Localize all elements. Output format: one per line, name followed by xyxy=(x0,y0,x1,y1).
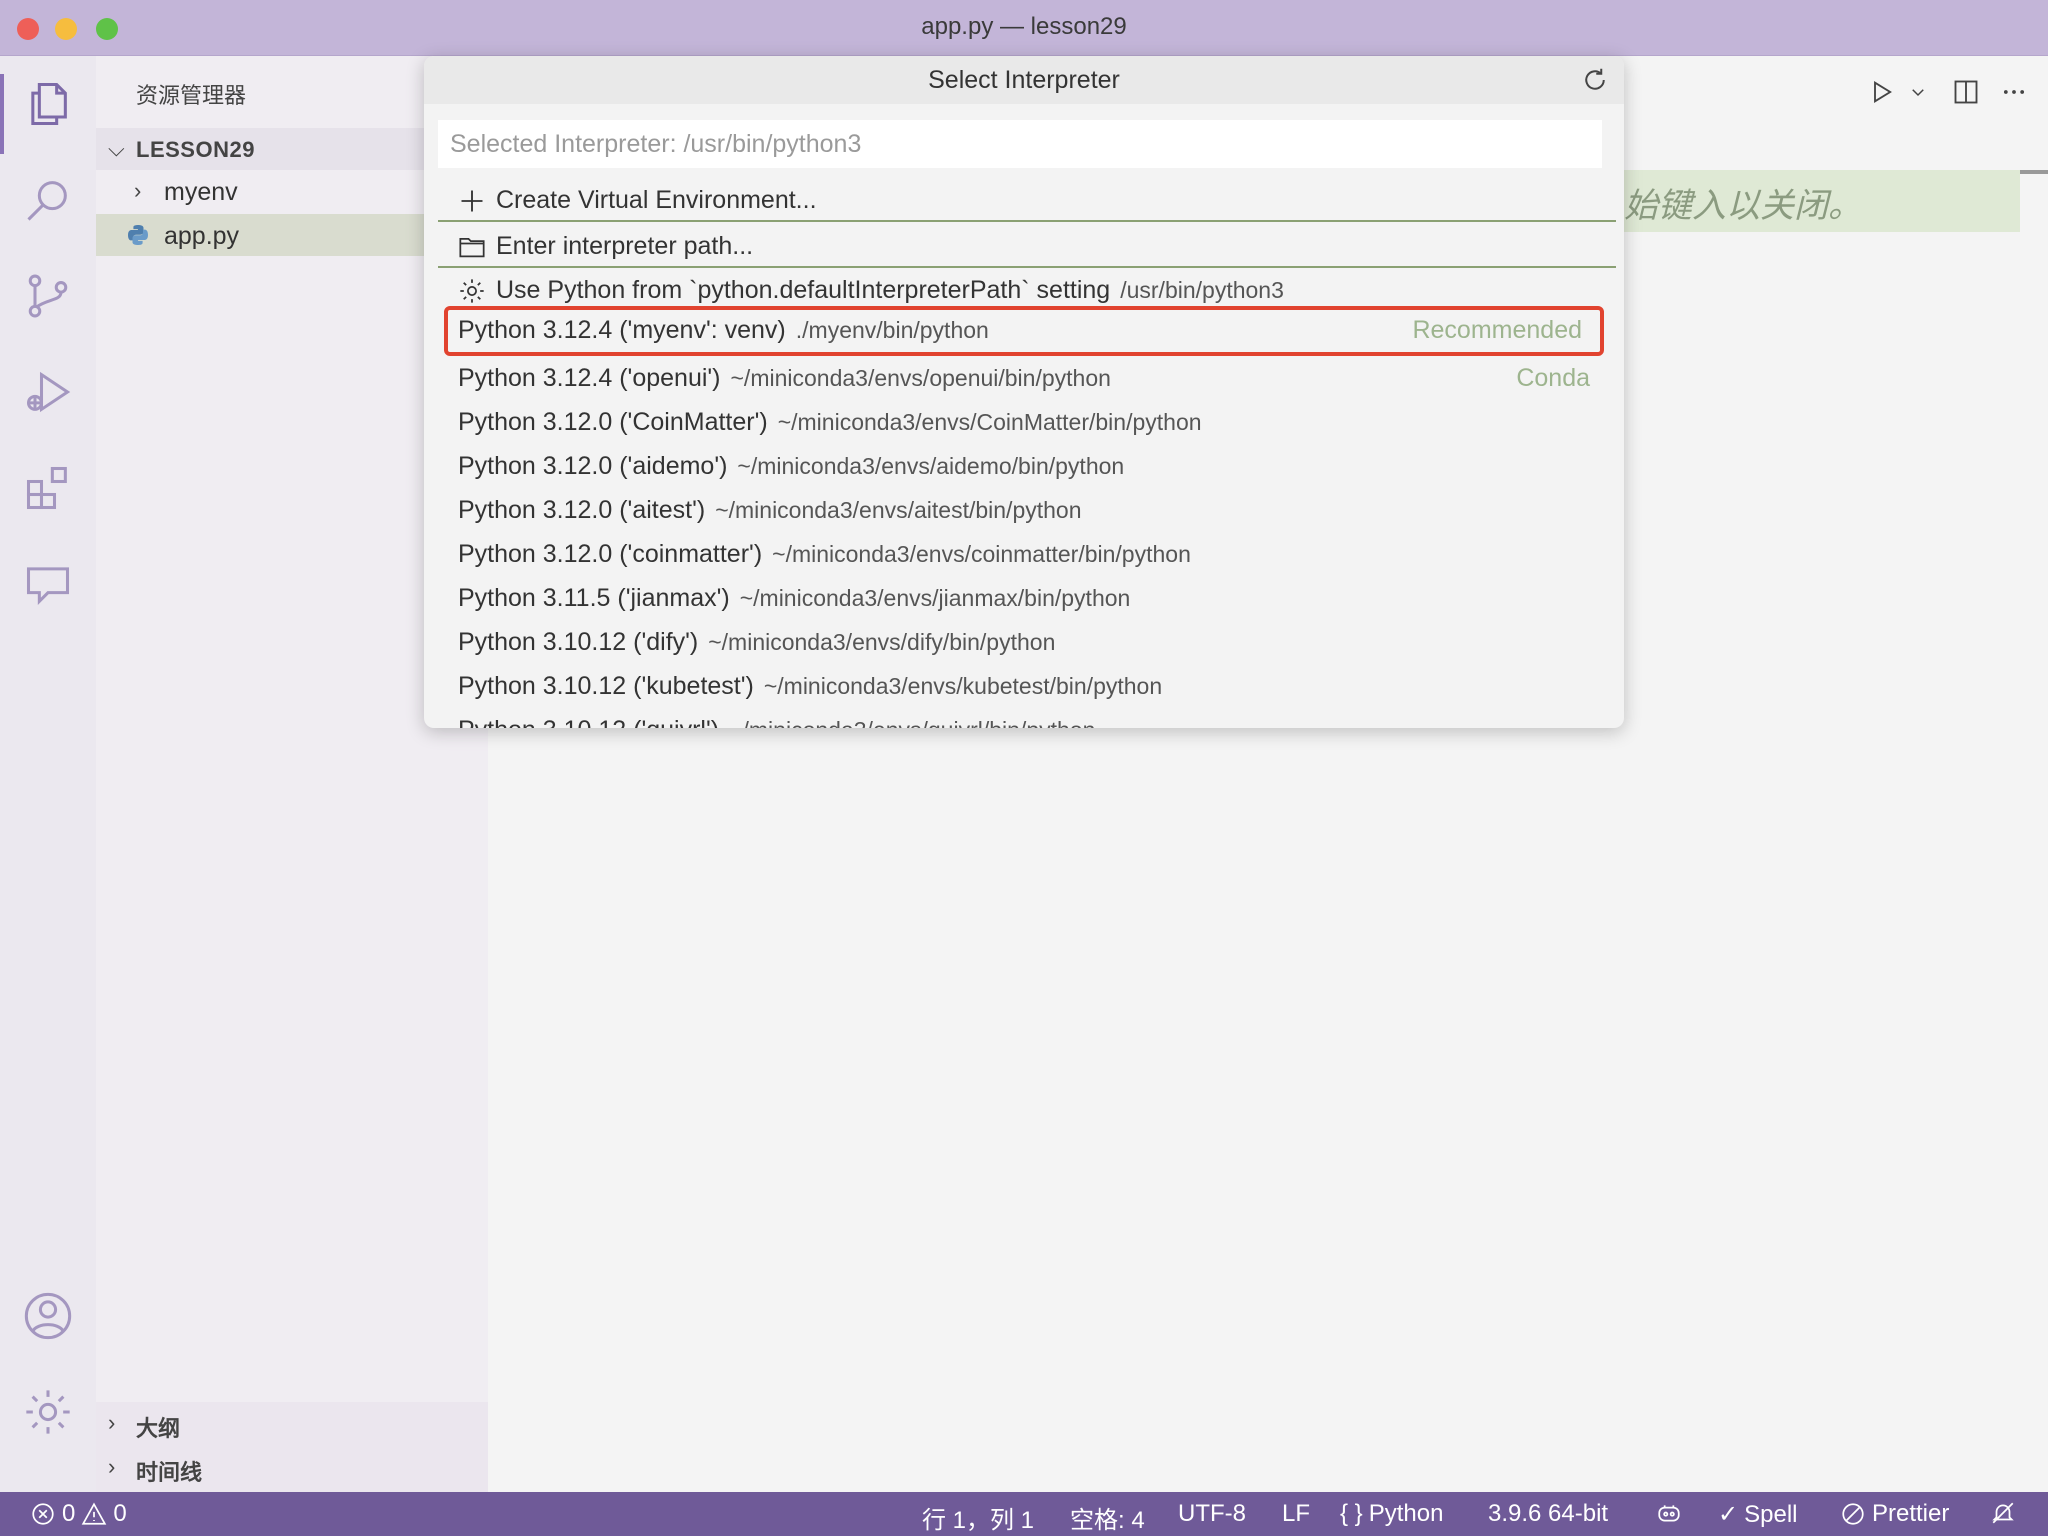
folder-icon xyxy=(459,237,485,258)
item-path: ./myenv/bin/python xyxy=(795,317,989,343)
interpreter-version[interactable]: 3.9.6 64-bit xyxy=(1488,1500,1608,1528)
item-label: Python 3.12.0 ('aidemo') ~/miniconda3/env… xyxy=(458,452,1125,480)
interpreter-item-coinmatter-lower[interactable]: Python 3.12.0 ('coinmatter') ~/miniconda3… xyxy=(438,532,1616,576)
interpreter-item-dify[interactable]: Python 3.10.12 ('dify') ~/miniconda3/envs… xyxy=(438,620,1616,664)
prohibited-icon xyxy=(1842,1503,1864,1525)
item-path: ~/miniconda3/envs/aitest/bin/python xyxy=(715,497,1082,523)
error-icon xyxy=(32,1503,54,1525)
run-debug-icon[interactable] xyxy=(20,364,76,420)
interpreter-item-aitest[interactable]: Python 3.12.0 ('aitest') ~/miniconda3/env… xyxy=(438,488,1616,532)
item-path: ~/miniconda3/envs/coinmatter/bin/python xyxy=(772,541,1191,567)
create-venv-item[interactable]: Create Virtual Environment... xyxy=(438,178,1616,222)
timeline-label: 时间线 xyxy=(136,1460,203,1485)
item-label: Python 3.12.0 ('coinmatter') ~/miniconda3… xyxy=(458,540,1191,568)
item-label: Enter interpreter path... xyxy=(496,232,754,260)
item-path: ~/miniconda3/envs/dify/bin/python xyxy=(708,629,1056,655)
title-bar: app.py — lesson29 xyxy=(0,0,2048,56)
item-path: ~/miniconda3/envs/openui/bin/python xyxy=(730,365,1111,391)
chevron-down-icon[interactable] xyxy=(1906,72,1930,112)
interpreter-item-jianmax[interactable]: Python 3.11.5 ('jianmax') ~/miniconda3/en… xyxy=(438,576,1616,620)
chevron-right-icon: › xyxy=(108,1410,116,1435)
plus-icon xyxy=(461,190,483,212)
conda-tag: Conda xyxy=(1516,364,1590,392)
item-label: Use Python from `python.defaultInterpret… xyxy=(496,276,1284,304)
item-label: Python 3.10.12 ('dify') ~/miniconda3/envs… xyxy=(458,628,1056,656)
language-mode[interactable]: { } Python xyxy=(1340,1500,1443,1528)
prettier-status[interactable]: Prettier xyxy=(1840,1500,1949,1528)
chevron-down-icon: ⌵ xyxy=(108,136,125,161)
braces-icon: { } xyxy=(1340,1500,1363,1527)
run-icon[interactable] xyxy=(1862,72,1902,112)
more-actions-icon[interactable] xyxy=(1994,72,2034,112)
chevron-right-icon: › xyxy=(134,178,142,203)
window-title: app.py — lesson29 xyxy=(921,13,1127,40)
gear-icon xyxy=(460,279,484,303)
account-icon[interactable] xyxy=(20,1288,76,1344)
item-path: ~/miniconda3/envs/kubetest/bin/python xyxy=(763,673,1163,699)
dialog-title: Select Interpreter xyxy=(928,66,1120,94)
status-bar: 0 0 行 1，列 1 空格: 4 UTF-8 LF { } Python 3.… xyxy=(0,1492,2048,1536)
search-icon[interactable] xyxy=(20,172,76,228)
item-description: /usr/bin/python3 xyxy=(1120,277,1284,303)
extensions-icon[interactable] xyxy=(20,460,76,516)
cursor-position[interactable]: 行 1，列 1 xyxy=(922,1500,1034,1535)
folder-name: LESSON29 xyxy=(136,137,255,162)
timeline-section-header[interactable]: › 时间线 xyxy=(96,1446,488,1488)
problems-indicator[interactable]: 0 0 xyxy=(30,1500,127,1528)
warning-icon xyxy=(82,1502,107,1525)
item-path: ~/miniconda3/envs/aidemo/bin/python xyxy=(737,453,1125,479)
refresh-icon[interactable] xyxy=(1580,65,1610,95)
item-label: Python 3.12.4 ('openui') ~/miniconda3/env… xyxy=(458,364,1111,392)
language-label: Python xyxy=(1368,1500,1444,1527)
item-label: Python 3.12.0 ('CoinMatter') ~/miniconda3… xyxy=(458,408,1202,436)
interpreter-item-openui[interactable]: Python 3.12.4 ('openui') ~/miniconda3/env… xyxy=(438,356,1616,400)
spell-label: Spell xyxy=(1744,1500,1798,1528)
indentation-setting[interactable]: 空格: 4 xyxy=(1070,1500,1145,1535)
interpreter-item-quivrl[interactable]: Python 3.10.12 ('quivrl')~/miniconda3/en… xyxy=(438,708,1616,728)
item-path: ~/miniconda3/envs/jianmax/bin/python xyxy=(739,585,1131,611)
activity-bar xyxy=(0,56,96,1492)
eol-setting[interactable]: LF xyxy=(1282,1500,1310,1528)
editor-hint-text: 始键入以关闭。 xyxy=(1608,170,2020,232)
gear-icon[interactable] xyxy=(20,1384,76,1440)
active-indicator xyxy=(0,74,4,154)
item-path: ~/miniconda3/envs/CoinMatter/bin/python xyxy=(777,409,1202,435)
item-label: Python 3.10.12 ('kubetest') ~/miniconda3/… xyxy=(458,672,1163,700)
prettier-label: Prettier xyxy=(1872,1500,1950,1527)
tree-item-label: app.py xyxy=(164,222,240,250)
dialog-header: Select Interpreter xyxy=(424,56,1624,104)
interpreter-item-kubetest[interactable]: Python 3.10.12 ('kubetest') ~/miniconda3/… xyxy=(438,664,1616,708)
enter-path-item[interactable]: Enter interpreter path... xyxy=(438,224,1616,268)
source-control-icon[interactable] xyxy=(20,268,76,324)
check-icon: ✓ xyxy=(1718,1501,1739,1528)
recommended-tag: Recommended xyxy=(1412,316,1582,344)
outline-label: 大纲 xyxy=(136,1416,181,1441)
interpreter-item-coinmatter[interactable]: Python 3.12.0 ('CoinMatter') ~/miniconda3… xyxy=(438,400,1616,444)
encoding-setting[interactable]: UTF-8 xyxy=(1178,1500,1246,1528)
scrollbar-marker xyxy=(2020,170,2048,174)
copilot-icon[interactable] xyxy=(1656,1500,1682,1526)
warning-count: 0 xyxy=(113,1500,127,1527)
spell-check[interactable]: ✓ Spell xyxy=(1718,1500,1797,1529)
chevron-right-icon: › xyxy=(108,1454,116,1479)
select-interpreter-dialog: Select Interpreter Create Virtual Enviro… xyxy=(424,56,1624,728)
sidebar-title: 资源管理器 xyxy=(136,83,247,108)
notifications-muted-icon[interactable] xyxy=(1990,1500,2016,1526)
item-label: Create Virtual Environment... xyxy=(496,186,817,214)
item-label: Python 3.10.12 ('quivrl')~/miniconda3/en… xyxy=(458,716,1095,728)
item-label: Python 3.11.5 ('jianmax') ~/miniconda3/en… xyxy=(458,584,1131,612)
interpreter-item-myenv[interactable]: Python 3.12.4 ('myenv': venv) ./myenv/bin… xyxy=(444,306,1604,356)
python-file-icon xyxy=(128,225,148,245)
error-count: 0 xyxy=(62,1500,76,1527)
explorer-icon[interactable] xyxy=(20,76,76,132)
interpreter-item-aidemo[interactable]: Python 3.12.0 ('aidemo') ~/miniconda3/env… xyxy=(438,444,1616,488)
interpreter-search-input[interactable] xyxy=(438,120,1602,168)
split-editor-icon[interactable] xyxy=(1946,72,1986,112)
tree-item-label: myenv xyxy=(164,178,238,206)
comments-icon[interactable] xyxy=(20,556,76,612)
outline-section-header[interactable]: › 大纲 xyxy=(96,1402,488,1444)
item-label: Python 3.12.4 ('myenv': venv) ./myenv/bin… xyxy=(458,316,989,344)
item-label: Python 3.12.0 ('aitest') ~/miniconda3/env… xyxy=(458,496,1082,524)
item-path: ~/miniconda3/envs/quivrl/bin/python xyxy=(729,717,1095,728)
